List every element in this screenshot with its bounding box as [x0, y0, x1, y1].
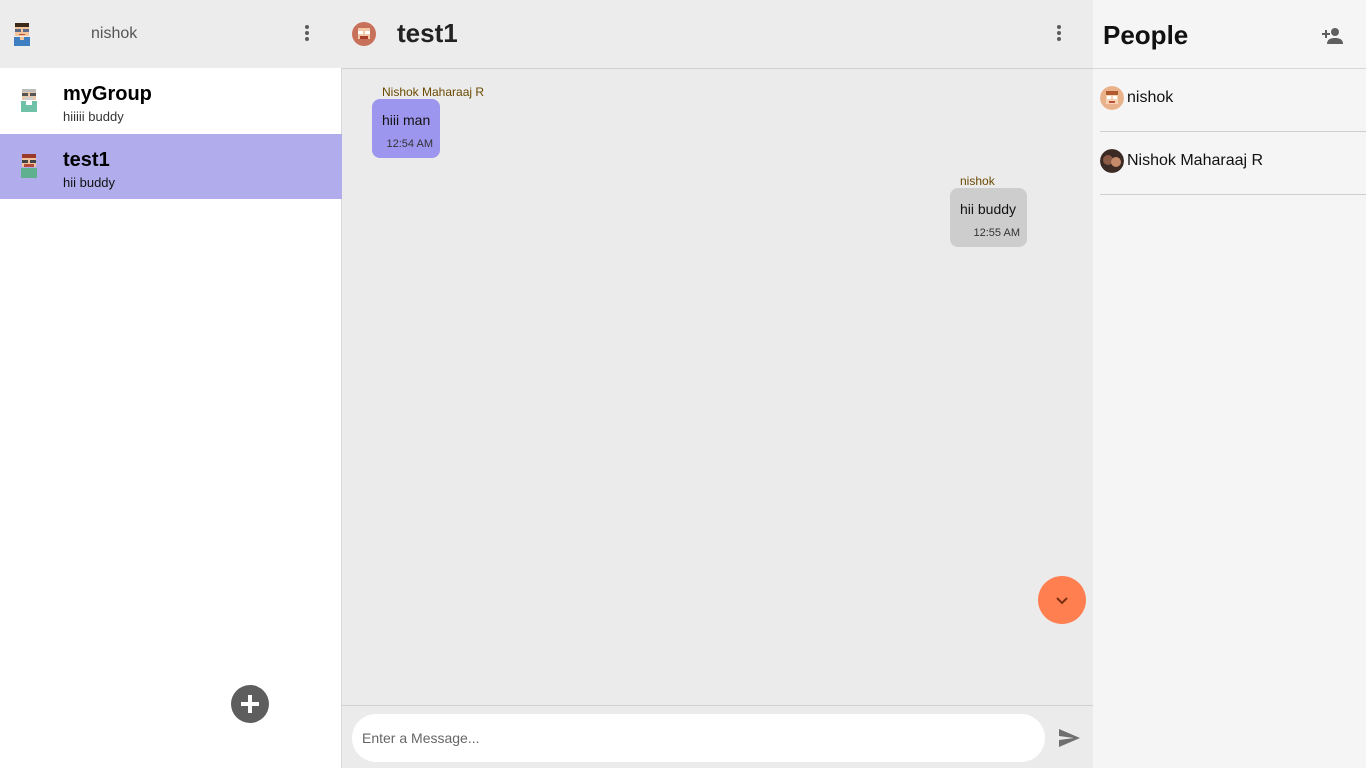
chat-title: test1 [397, 18, 458, 48]
message-composer [342, 705, 1093, 768]
chat-title: myGroup [63, 83, 152, 105]
people-list-item[interactable]: nishok [1100, 69, 1366, 132]
chat-menu-icon[interactable] [1049, 23, 1069, 47]
add-person-icon[interactable] [1320, 24, 1344, 48]
send-icon[interactable] [1057, 726, 1081, 750]
message-time: 12:55 AM [973, 227, 1020, 239]
user-avatar-icon[interactable] [10, 22, 34, 46]
pixel-avatar-icon [1100, 86, 1124, 110]
pixel-avatar-icon [17, 152, 41, 180]
message-text: hiii man [382, 112, 431, 128]
add-chat-button[interactable] [231, 685, 269, 723]
chat-title: test1 [63, 149, 110, 171]
photo-avatar-icon [1100, 149, 1124, 173]
person-name: Nishok Maharaaj R [1127, 152, 1264, 169]
chat-list-item-test1[interactable]: test1 hii buddy [0, 134, 342, 199]
chevron-down-icon [1056, 597, 1068, 605]
people-header: People [1093, 0, 1366, 69]
person-name: nishok [1127, 89, 1174, 106]
message-bubble-outgoing: hii buddy 12:55 AM [950, 188, 1027, 247]
message-sender: nishok [960, 174, 995, 188]
chat-header: test1 [342, 0, 1093, 69]
people-title: People [1103, 20, 1189, 50]
current-username: nishok [91, 25, 138, 42]
message-time: 12:54 AM [386, 138, 433, 150]
chat-avatar-icon [352, 22, 376, 46]
message-input[interactable] [352, 714, 1045, 762]
chat-sidebar: nishok myGroup hiiiii buddy test1 hii bu… [0, 0, 342, 768]
people-panel: People nishok Nishok Maharaaj R [1093, 0, 1366, 768]
message-bubble-incoming: hiii man 12:54 AM [372, 99, 440, 158]
pixel-avatar-icon [17, 86, 41, 114]
sidebar-menu-icon[interactable] [297, 23, 317, 47]
chat-preview: hiiiii buddy [63, 109, 124, 124]
message-text: hii buddy [960, 201, 1017, 217]
sidebar-header: nishok [0, 0, 342, 68]
chat-panel: test1 Nishok Maharaaj R hiii man 12:54 A… [342, 0, 1093, 768]
chat-list-item-mygroup[interactable]: myGroup hiiiii buddy [0, 68, 342, 133]
chat-preview: hii buddy [63, 175, 116, 190]
scroll-to-bottom-button[interactable] [1038, 576, 1086, 624]
people-list-item[interactable]: Nishok Maharaaj R [1100, 132, 1366, 195]
message-sender: Nishok Maharaaj R [382, 85, 485, 99]
